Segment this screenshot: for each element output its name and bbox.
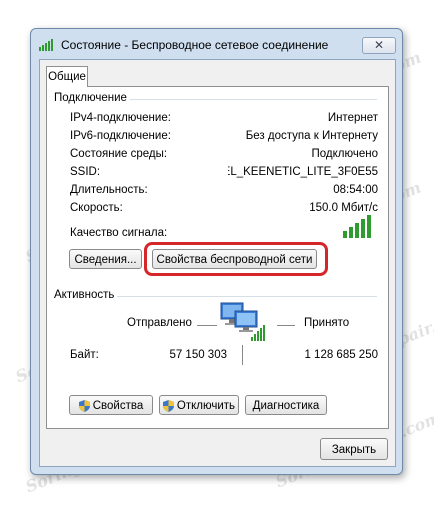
bytes-sent-value: 57 150 303 xyxy=(169,349,227,361)
shield-icon xyxy=(78,399,90,412)
media-state-value: Подключено xyxy=(311,148,379,160)
speed-value: 150.0 Мбит/с xyxy=(309,202,378,214)
network-computers-icon xyxy=(220,302,265,341)
received-label: Принято xyxy=(304,317,350,329)
close-dialog-button[interactable]: Закрыть xyxy=(320,438,388,460)
bytes-label: Байт: xyxy=(70,349,99,361)
signal-strength-icon xyxy=(343,215,371,238)
ssid-value: ZyXEL_KEENETIC_LITE_3F0E55 xyxy=(228,166,378,178)
ipv4-label: IPv4-подключение: xyxy=(70,112,171,124)
duration-label: Длительность: xyxy=(70,184,148,196)
duration-value: 08:54:00 xyxy=(333,184,378,196)
ipv4-value: Интернет xyxy=(327,112,378,124)
details-button[interactable]: Сведения... xyxy=(69,249,142,269)
disable-button[interactable]: Отключить xyxy=(159,395,239,415)
received-line xyxy=(277,325,295,326)
title-bar[interactable]: Состояние - Беспроводное сетевое соедине… xyxy=(31,29,402,59)
disable-button-label: Отключить xyxy=(176,400,236,412)
diagnose-button[interactable]: Диагностика xyxy=(245,395,327,415)
properties-button[interactable]: Свойства xyxy=(69,395,153,415)
speed-label: Скорость: xyxy=(70,202,123,214)
window-title: Состояние - Беспроводное сетевое соедине… xyxy=(61,38,329,52)
properties-button-label: Свойства xyxy=(92,400,144,412)
window-close-button[interactable]: ✕ xyxy=(362,37,396,54)
wireless-signal-icon xyxy=(39,39,53,51)
activity-divider xyxy=(242,345,243,365)
status-dialog-window: Состояние - Беспроводное сетевое соедине… xyxy=(30,28,403,475)
bytes-received-value: 1 128 685 250 xyxy=(304,349,378,361)
connection-group-title: Подключение xyxy=(54,92,130,104)
activity-group-title: Активность xyxy=(54,289,118,301)
wireless-properties-button[interactable]: Свойства беспроводной сети xyxy=(152,249,317,269)
sent-label: Отправлено xyxy=(127,317,192,329)
ssid-label: SSID: xyxy=(70,166,101,178)
tab-panel-general: Подключение IPv4-подключение: Интернет I… xyxy=(46,86,389,429)
shield-icon xyxy=(162,399,174,412)
ipv6-value: Без доступа к Интернету xyxy=(245,130,378,142)
media-state-label: Состояние среды: xyxy=(70,148,168,160)
tab-general[interactable]: Общие xyxy=(46,66,88,87)
dialog-client-area: Общие Подключение IPv4-подключение: Инте… xyxy=(39,59,396,467)
signal-quality-label: Качество сигнала: xyxy=(70,227,168,239)
ipv6-label: IPv6-подключение: xyxy=(70,130,171,142)
sent-line xyxy=(197,325,217,326)
